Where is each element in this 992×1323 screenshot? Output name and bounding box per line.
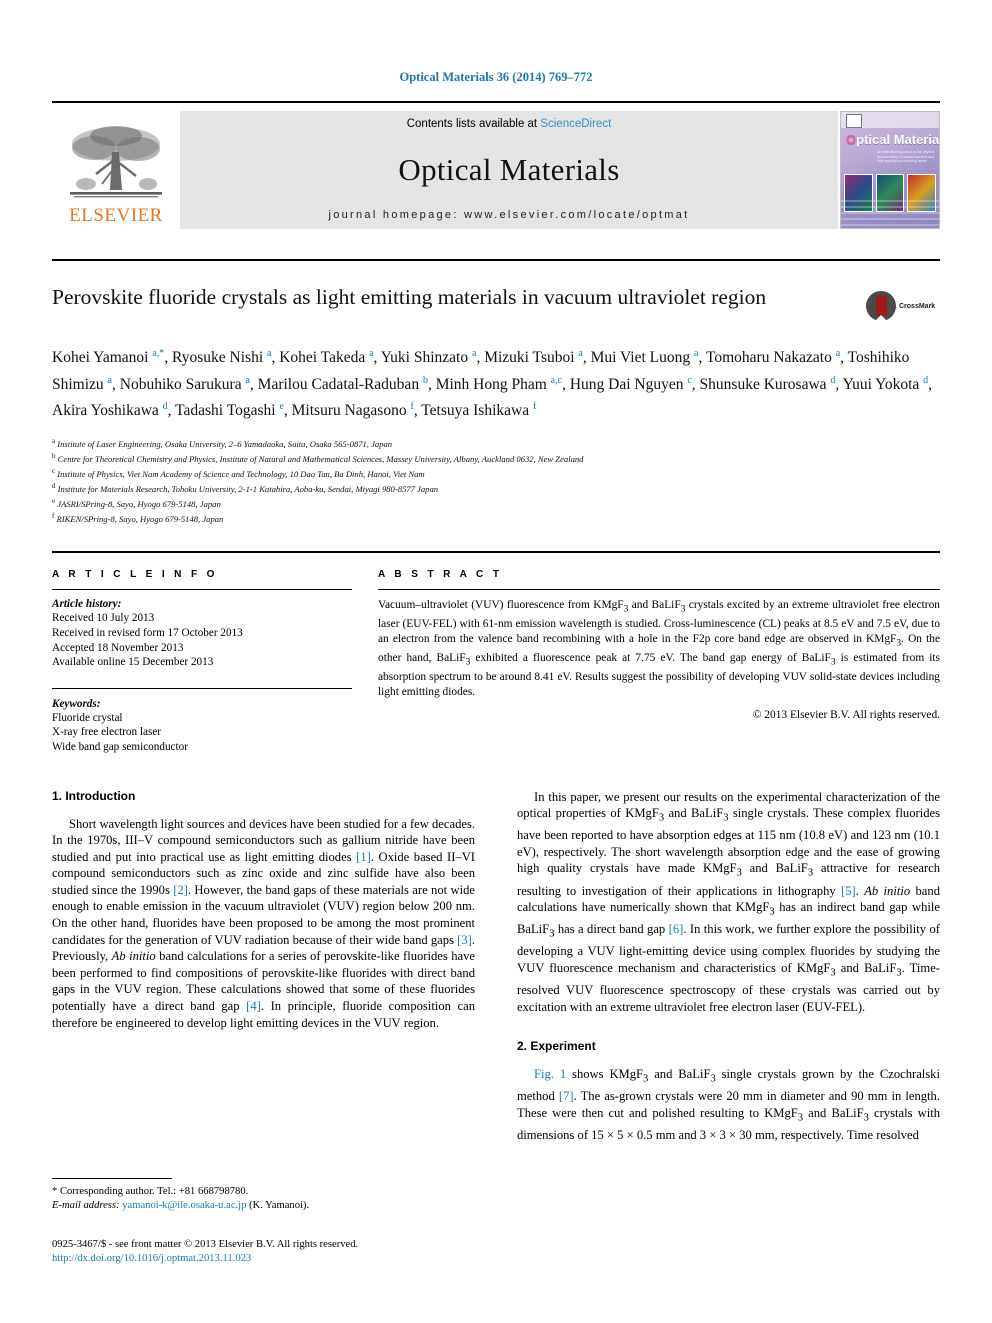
doi-link[interactable]: http://dx.doi.org/10.1016/j.optmat.2013.… xyxy=(52,1252,552,1266)
footnote-divider xyxy=(52,1178,172,1179)
article-info-heading: A R T I C L E I N F O xyxy=(52,569,218,581)
affiliation-marker: e xyxy=(52,497,56,506)
email-label: E-mail address: xyxy=(52,1200,120,1211)
history-item: Received 10 July 2013 xyxy=(52,612,155,625)
elsevier-wordmark: ELSEVIER xyxy=(69,205,163,226)
cover-title-initial: O xyxy=(846,132,857,147)
abstract-text: Vacuum–ultraviolet (VUV) fluorescence fr… xyxy=(378,599,940,699)
paragraph-intro-2: In this paper, we present our results on… xyxy=(517,789,941,1014)
section-heading-experiment: 2. Experiment xyxy=(517,1039,596,1054)
history-item: Accepted 18 November 2013 xyxy=(52,641,184,654)
email-line: E-mail address: yamanoi-k@ile.osaka-u.ac… xyxy=(52,1199,448,1213)
crossmark-label: CrossMark xyxy=(899,302,936,310)
affiliation-item: d Institute for Materials Research, Toho… xyxy=(52,480,940,495)
affiliation-item: c Institute of Physics, Viet Nam Academy… xyxy=(52,465,940,480)
affiliation-text: Institute for Materials Research, Tohoku… xyxy=(57,484,439,495)
running-head: Optical Materials 36 (2014) 769–772 xyxy=(399,70,593,84)
journal-cover-thumbnail[interactable]: Optical Materials An international journ… xyxy=(840,111,940,229)
section-heading-introduction: 1. Introduction xyxy=(52,788,136,803)
cover-elsevier-icon xyxy=(846,114,862,128)
page-title: Perovskite fluoride crystals as light em… xyxy=(52,285,767,309)
keyword-item: Fluoride crystal xyxy=(52,711,123,724)
affiliation-text: Centre for Theoretical Chemistry and Phy… xyxy=(57,453,584,464)
colophon: 0925-3467/$ - see front matter © 2013 El… xyxy=(52,1238,552,1266)
sciencedirect-link[interactable]: ScienceDirect xyxy=(540,118,611,130)
journal-title: Optical Materials xyxy=(398,151,620,187)
abstract-copyright: © 2013 Elsevier B.V. All rights reserved… xyxy=(752,708,940,721)
issn-copyright-line: 0925-3467/$ - see front matter © 2013 El… xyxy=(52,1239,359,1250)
affiliation-item: a Institute of Laser Engineering, Osaka … xyxy=(52,435,940,450)
cover-journal-name: Optical Materials xyxy=(846,132,940,147)
info-abstract-row: A R T I C L E I N F O Article history: R… xyxy=(52,551,940,754)
journal-homepage[interactable]: journal homepage: www.elsevier.com/locat… xyxy=(328,209,689,221)
contents-lists-line: Contents lists available at ScienceDirec… xyxy=(407,118,612,130)
keyword-item: Wide band gap semiconductor xyxy=(52,740,188,753)
body-two-columns: 1. Introduction Short wavelength light s… xyxy=(52,789,940,1144)
abstract-column: A B S T R A C T Vacuum–ultraviolet (VUV)… xyxy=(378,569,940,754)
body-left-column: 1. Introduction Short wavelength light s… xyxy=(52,789,475,1144)
journal-article-page: Optical Materials 36 (2014) 769–772 ELSE… xyxy=(0,0,992,1323)
history-item: Available online 15 December 2013 xyxy=(52,656,214,669)
affiliation-marker: b xyxy=(52,452,56,461)
affiliation-item: e JASRI/SPring-8, Sayo, Hyogo 679-5148, … xyxy=(52,495,940,510)
affiliation-marker: a xyxy=(52,436,56,445)
article-history-title: Article history: xyxy=(52,598,122,611)
affiliation-text: RIKEN/SPring-8, Sayo, Hyogo 679-5148, Ja… xyxy=(56,514,224,525)
affiliation-text: JASRI/SPring-8, Sayo, Hyogo 679-5148, Ja… xyxy=(57,499,221,510)
paragraph-experiment-1: Fig. 1 shows KMgF3 and BaLiF3 single cry… xyxy=(517,1067,940,1143)
journal-masthead: ELSEVIER Contents lists available at Sci… xyxy=(52,101,940,229)
article-info-column: A R T I C L E I N F O Article history: R… xyxy=(52,569,378,754)
affiliation-item: f RIKEN/SPring-8, Sayo, Hyogo 679-5148, … xyxy=(52,510,940,525)
affiliation-marker: f xyxy=(52,512,55,521)
affiliation-marker: d xyxy=(52,482,56,491)
elsevier-logo: ELSEVIER xyxy=(52,111,180,229)
crossmark-icon xyxy=(866,291,896,321)
affiliation-text: Institute of Physics, Viet Nam Academy o… xyxy=(57,468,425,479)
corresponding-author-footnote: * Corresponding author. Tel.: +81 668798… xyxy=(52,1178,448,1213)
abstract-heading: A B S T R A C T xyxy=(378,569,503,581)
email-link[interactable]: yamanoi-k@ile.osaka-u.ac.jp xyxy=(122,1200,246,1211)
affiliation-text: Institute of Laser Engineering, Osaka Un… xyxy=(57,438,393,449)
corresponding-author-line: * Corresponding author. Tel.: +81 668798… xyxy=(52,1186,249,1197)
email-owner: (K. Yamanoi). xyxy=(249,1200,310,1211)
contents-prefix: Contents lists available at xyxy=(406,118,541,130)
body-right-column: In this paper, we present our results on… xyxy=(517,789,940,1144)
keyword-item: X-ray free electron laser xyxy=(52,726,162,739)
keywords-block: Keywords: Fluoride crystal X-ray free el… xyxy=(52,687,352,755)
divider xyxy=(378,589,940,591)
affiliation-list: a Institute of Laser Engineering, Osaka … xyxy=(52,435,940,525)
elsevier-tree-icon xyxy=(70,126,162,198)
author-list: Kohei Yamanoi a,*, Ryosuke Nishi a, Kohe… xyxy=(52,348,933,420)
history-item: Received in revised form 17 October 2013 xyxy=(52,626,243,639)
affiliation-marker: c xyxy=(52,467,56,476)
affiliation-item: b Centre for Theoretical Chemistry and P… xyxy=(52,450,940,465)
paragraph-intro-1: Short wavelength light sources and devic… xyxy=(52,816,476,1030)
cover-wave-graphic xyxy=(841,200,939,228)
cover-subtitle: An international journal on the physics … xyxy=(877,150,935,164)
title-column: Perovskite fluoride crystals as light em… xyxy=(52,283,866,325)
title-block: Perovskite fluoride crystals as light em… xyxy=(52,259,940,325)
keywords-title: Keywords: xyxy=(52,697,101,710)
divider xyxy=(52,589,352,591)
journal-band: Contents lists available at ScienceDirec… xyxy=(180,111,838,229)
crossmark-badge[interactable]: CrossMark xyxy=(866,287,940,325)
cover-title-rest: ptical Materials xyxy=(856,132,940,147)
